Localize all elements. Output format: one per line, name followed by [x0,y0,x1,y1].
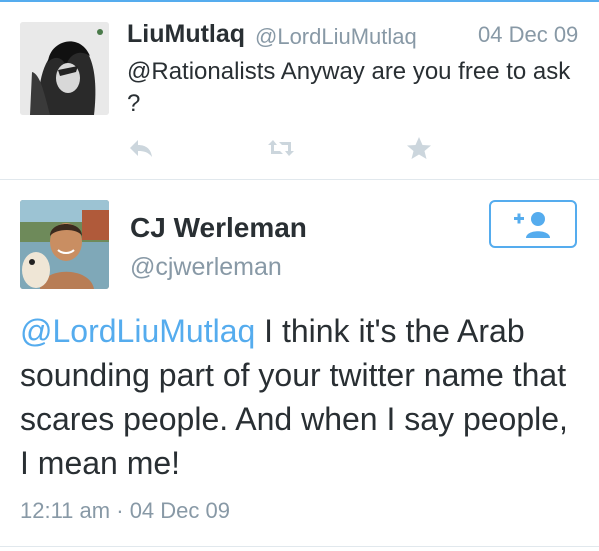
avatar-liumutlaq-image [20,22,109,115]
author-name-liumutlaq[interactable]: LiuMutlaq [127,20,245,49]
avatar-liumutlaq[interactable] [20,22,109,115]
avatar-cjwerleman-image [20,200,109,289]
bottom-divider [0,546,599,547]
tweet-date-liumutlaq: 04 Dec 09 [478,22,579,47]
tweet-date-cjwerleman: 04 Dec 09 [129,498,230,523]
reply-icon [130,140,152,157]
star-icon [407,137,431,159]
tweet-meta: 12:11 am · 04 Dec 09 [20,498,230,524]
meta-separator: · [116,498,124,523]
tweet-text-liumutlaq: @Rationalists Anyway are you free to ask… [127,58,571,117]
top-accent-line [0,0,599,2]
mention-link[interactable]: @LordLiuMutlaq [20,313,255,349]
tweet-divider [0,179,599,180]
retweet-button[interactable] [267,136,295,160]
tweet-text-cjwerleman: @LordLiuMutlaq I think it's the Arab sou… [20,309,585,485]
add-user-icon [514,212,550,238]
follow-button[interactable] [489,200,577,248]
retweet-icon [268,140,294,156]
author-name-cjwerleman[interactable]: CJ Werleman [130,212,307,244]
author-handle-liumutlaq[interactable]: @LordLiuMutlaq [255,24,417,50]
avatar-cjwerleman[interactable] [20,200,109,289]
favorite-button[interactable] [405,136,433,160]
author-handle-cjwerleman[interactable]: @cjwerleman [130,253,282,282]
reply-button[interactable] [127,136,155,160]
tweet-timestamp[interactable]: 12:11 am [20,498,110,523]
